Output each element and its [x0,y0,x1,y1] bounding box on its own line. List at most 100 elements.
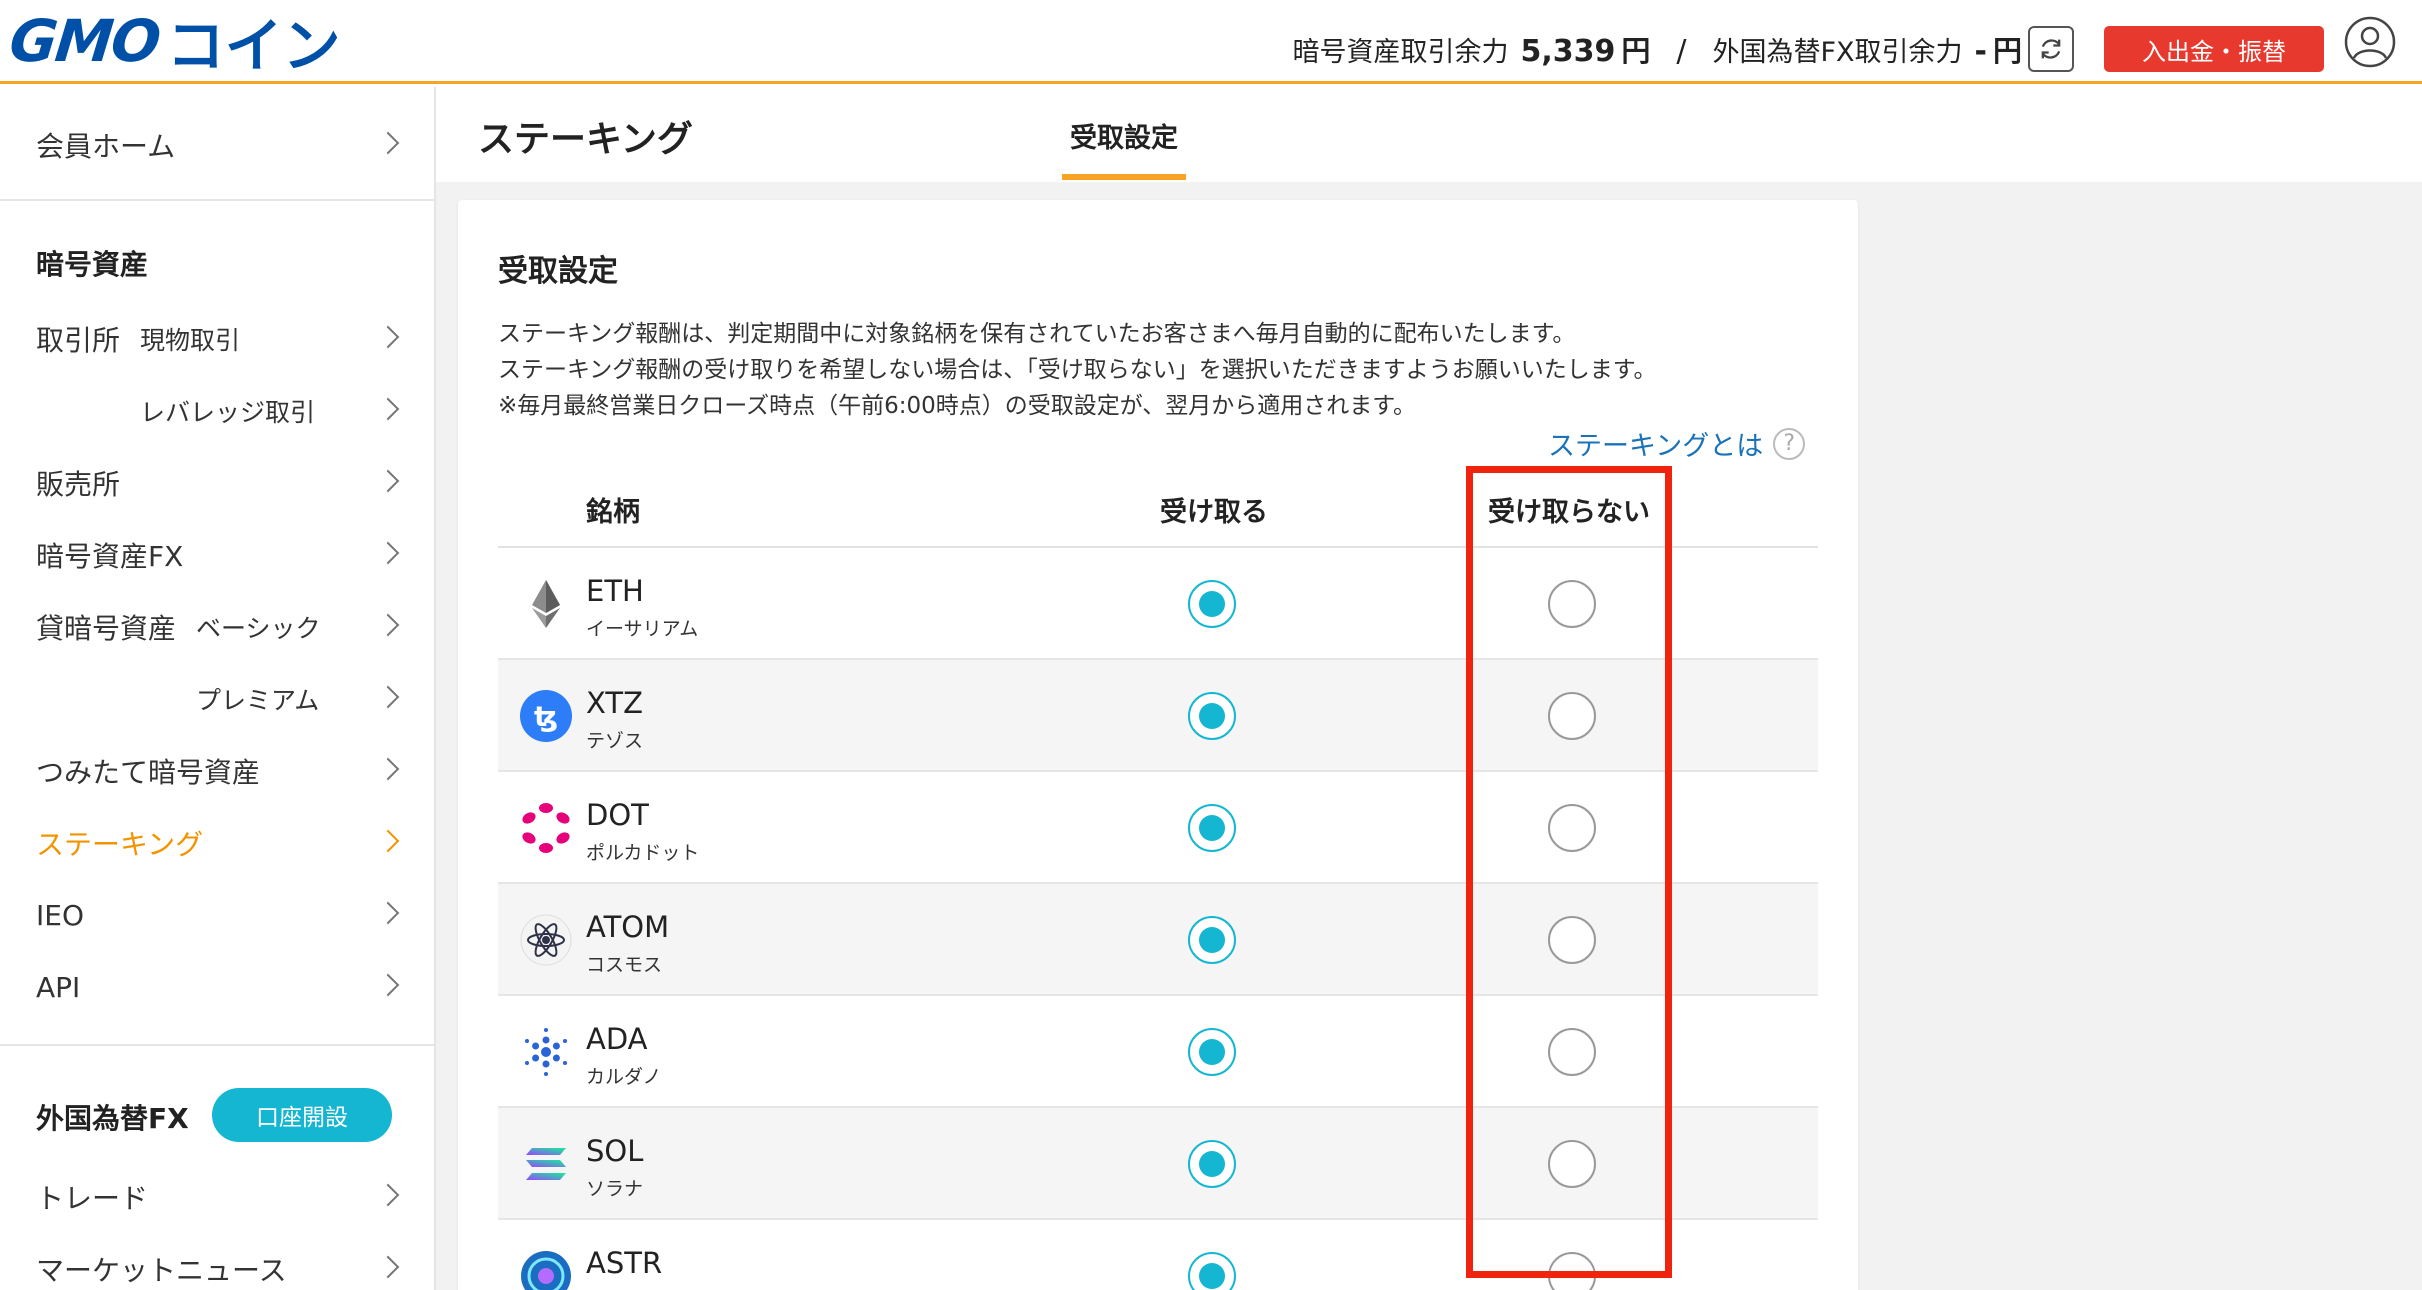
receive-radio[interactable] [1188,1140,1236,1188]
about-staking-link-text: ステーキングとは [1548,431,1764,462]
sidebar-item-sublabel: ベーシック [196,614,321,643]
ethereum-icon [520,578,572,630]
sidebar-item-home[interactable]: 会員ホーム [0,117,434,173]
balance-separator: / [1676,34,1687,69]
cosmos-icon [520,914,572,966]
sidebar-divider [0,199,434,201]
sidebar-item-market-news[interactable]: マーケットニュース [0,1241,434,1290]
chevron-right-icon [376,685,400,709]
chevron-right-icon [376,397,400,421]
sidebar-item-lending-premium[interactable]: プレミアム [0,671,434,727]
sidebar-item-label: IEO [36,898,84,932]
chevron-right-icon [376,131,400,155]
sidebar-item-label: 販売所 [36,468,121,501]
chevron-right-icon [376,469,400,493]
sidebar-item-tsumitate[interactable]: つみたて暗号資産 [0,743,434,799]
user-icon [2344,16,2396,68]
sidebar-item-exchange-leverage[interactable]: レバレッジ取引 [0,383,434,439]
tezos-icon: ꜩ [520,690,572,742]
sidebar-item-sublabel: プレミアム [196,686,320,715]
sidebar-divider [0,1044,434,1046]
gmo-coin-logo[interactable]: GMO コイン [6,6,340,80]
sidebar-item-ieo[interactable]: IEO [0,887,434,943]
sidebar-item-label: つみたて暗号資産 [36,756,261,789]
about-staking-link[interactable]: ステーキングとは ? [1548,424,1806,463]
sidebar-section-fx: 外国為替FX [36,1102,189,1135]
card-description-line: ステーキング報酬の受け取りを希望しない場合は、「受け取らない」を選択いただきます… [498,357,1657,383]
receive-radio[interactable] [1188,1252,1236,1290]
logo-text: GMO [6,7,163,75]
sidebar-item-label: ステーキング [36,828,204,861]
coin-name: ポルカドット [586,842,700,864]
user-menu-button[interactable] [2344,16,2396,68]
page-tabbar [436,87,2422,182]
decline-column-highlight [1466,466,1672,1278]
sidebar-item-staking[interactable]: ステーキング [0,815,434,871]
logo-kana: コイン [166,12,341,80]
sidebar-item-label: 取引所 [36,324,121,357]
refresh-icon [2041,39,2061,59]
chevron-right-icon [376,541,400,565]
sidebar-item-api[interactable]: API [0,959,434,1015]
receive-radio[interactable] [1188,692,1236,740]
crypto-balance-label: 暗号資産取引余力 [1292,37,1509,68]
receive-radio[interactable] [1188,804,1236,852]
tab-receive-settings[interactable]: 受取設定 [1062,116,1186,155]
sidebar-item-exchange[interactable]: 取引所 現物取引 [0,311,434,367]
coin-symbol: SOL [586,1134,644,1168]
coin-symbol: ASTR [586,1246,663,1280]
coin-name: イーサリアム [586,618,699,640]
coin-name: カルダノ [586,1066,662,1088]
sidebar-item-label: トレード [36,1182,149,1215]
solana-icon [520,1138,572,1190]
coin-name: コスモス [586,954,663,976]
sidebar-item-crypto-fx[interactable]: 暗号資産FX [0,527,434,583]
sidebar-section-crypto: 暗号資産 [36,248,149,281]
column-header-receive: 受け取る [1160,497,1268,528]
sidebar-item-lending[interactable]: 貸暗号資産 ベーシック [0,599,434,655]
card-description-line: ステーキング報酬は、判定期間中に対象銘柄を保有されていたお客さまへ毎月自動的に配… [498,321,1576,347]
crypto-balance-value: 5,339 [1520,34,1616,69]
coin-name: ソラナ [586,1178,644,1200]
receive-radio[interactable] [1188,916,1236,964]
fx-balance-value: - [1974,34,1987,69]
active-tab-indicator [1062,174,1186,180]
sidebar-item-sublabel: 現物取引 [140,326,241,355]
sidebar-item-label: マーケットニュース [36,1254,287,1287]
coin-symbol: XTZ [586,686,643,720]
sidebar-item-label: 貸暗号資産 [36,612,177,645]
crypto-balance-unit: 円 [1621,34,1651,68]
receive-radio[interactable] [1188,1028,1236,1076]
coin-symbol: ATOM [586,910,670,944]
sidebar-item-sublabel: レバレッジ取引 [140,398,316,427]
sidebar-nav: 会員ホーム 暗号資産 取引所 現物取引 レバレッジ取引 販売所 暗号資産FX 貸… [0,87,436,1290]
coin-name: アスター [586,1286,662,1290]
chevron-right-icon [376,325,400,349]
sidebar-item-trade[interactable]: トレード [0,1169,434,1225]
fx-balance-unit: 円 [1992,34,2022,68]
deposit-transfer-button[interactable]: 入出金・振替 [2104,26,2324,72]
coin-symbol: ETH [586,574,644,608]
coin-name: テゾス [586,730,644,752]
chevron-right-icon [376,829,400,853]
open-account-button[interactable]: 口座開設 [212,1088,392,1142]
card-title: 受取設定 [498,254,618,289]
sidebar-item-retail[interactable]: 販売所 [0,455,434,511]
chevron-right-icon [376,1183,400,1207]
cardano-icon [520,1026,572,1078]
chevron-right-icon [376,757,400,781]
chevron-right-icon [376,613,400,637]
page-title: ステーキング [478,119,693,160]
astar-icon [520,1250,572,1290]
fx-balance-label: 外国為替FX取引余力 [1712,37,1963,68]
top-header: GMO コイン 暗号資産取引余力 5,339 円 / 外国為替FX取引余力 - … [0,0,2422,84]
receive-radio[interactable] [1188,580,1236,628]
refresh-button[interactable] [2028,26,2074,72]
svg-text:ꜩ: ꜩ [534,700,558,733]
coin-symbol: ADA [586,1022,648,1056]
chevron-right-icon [376,973,400,997]
chevron-right-icon [376,901,400,925]
chevron-right-icon [376,1255,400,1279]
help-icon: ? [1773,427,1806,460]
balance-summary: 暗号資産取引余力 5,339 円 / 外国為替FX取引余力 - 円 [1292,28,2022,70]
